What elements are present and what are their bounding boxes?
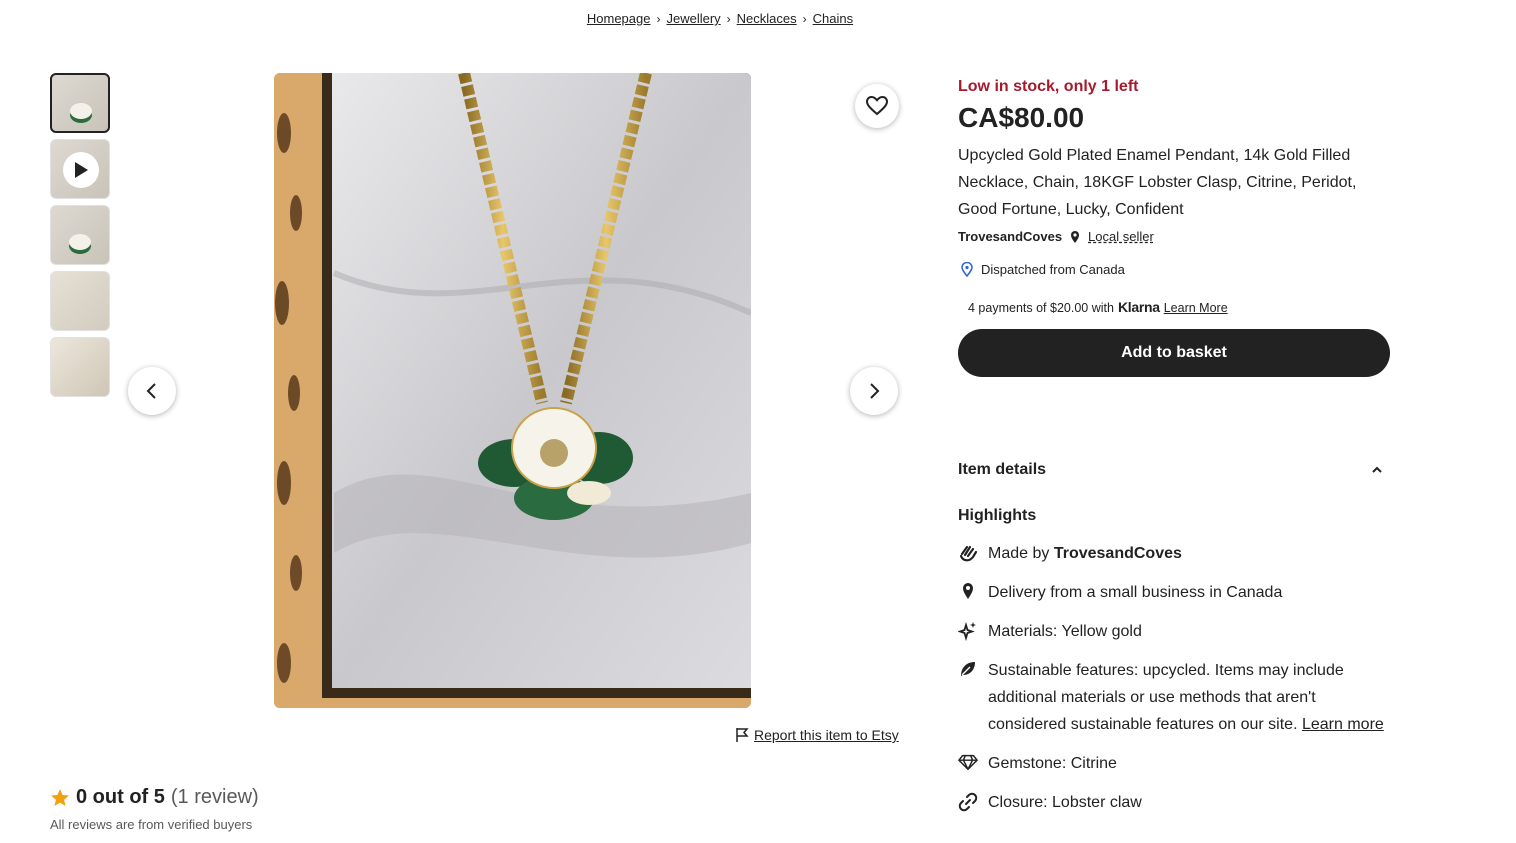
chevron-right-icon xyxy=(870,383,880,399)
leaf-icon xyxy=(958,657,978,738)
klarna-logo: Klarna xyxy=(1117,299,1160,315)
made-by-shop[interactable]: TrovesandCoves xyxy=(1054,545,1182,562)
gem-icon xyxy=(958,750,978,777)
thumbnail-list xyxy=(50,73,110,403)
made-by-prefix: Made by xyxy=(988,545,1050,562)
seller-name[interactable]: TrovesandCoves xyxy=(958,229,1062,244)
next-image-button[interactable] xyxy=(850,367,898,415)
listing-panel: Low in stock, only 1 left CA$80.00 Upcyc… xyxy=(958,78,1390,377)
item-details-toggle[interactable]: Item details xyxy=(958,461,1390,479)
gemstone-text: Gemstone: Citrine xyxy=(988,755,1117,772)
price: CA$80.00 xyxy=(958,102,1085,133)
highlight-materials: Materials: Yellow gold xyxy=(958,618,1390,645)
play-icon xyxy=(63,152,99,188)
highlight-delivery: Delivery from a small business in Canada xyxy=(958,579,1390,606)
chevron-right-icon: › xyxy=(802,12,807,26)
previous-image-button[interactable] xyxy=(128,367,176,415)
chevron-right-icon: › xyxy=(656,12,661,26)
dispatch-info: Dispatched from Canada xyxy=(958,262,1390,277)
sustainable-text: Sustainable features: upcycled. Items ma… xyxy=(988,662,1344,733)
dispatch-text: Dispatched from Canada xyxy=(981,262,1125,277)
breadcrumb-jewellery[interactable]: Jewellery xyxy=(666,11,720,26)
thumbnail-video[interactable] xyxy=(50,139,110,199)
highlight-gemstone: Gemstone: Citrine xyxy=(958,750,1390,777)
klarna-learn-more-link[interactable]: Learn More xyxy=(1164,301,1228,315)
thumbnail-image xyxy=(70,103,92,119)
delivery-text: Delivery from a small business in Canada xyxy=(988,584,1283,601)
location-pin-icon xyxy=(958,579,978,606)
flag-icon xyxy=(736,728,749,742)
add-to-basket-button[interactable]: Add to basket xyxy=(958,329,1390,377)
thumbnail-5[interactable] xyxy=(50,337,110,397)
report-item-label: Report this item to Etsy xyxy=(754,727,899,743)
highlights-list: Made by TrovesandCoves Delivery from a s… xyxy=(958,540,1390,828)
favorite-button[interactable] xyxy=(855,84,899,128)
location-pin-icon xyxy=(961,262,973,277)
verified-buyers-note: All reviews are from verified buyers xyxy=(50,817,253,832)
sparkle-icon xyxy=(958,618,978,645)
location-pin-icon xyxy=(1071,230,1080,243)
thumbnail-image xyxy=(69,234,91,250)
hand-icon xyxy=(958,540,978,567)
rating-score: 0 out of 5 xyxy=(76,786,165,808)
item-details-heading: Item details xyxy=(958,461,1047,478)
breadcrumb-homepage[interactable]: Homepage xyxy=(587,11,651,26)
star-icon xyxy=(51,788,69,806)
chevron-right-icon: › xyxy=(726,12,731,26)
breadcrumb-chains[interactable]: Chains xyxy=(813,11,853,26)
highlight-sustainable: Sustainable features: upcycled. Items ma… xyxy=(958,657,1390,738)
highlights-heading: Highlights xyxy=(958,507,1037,524)
seller-info: TrovesandCoves Local seller xyxy=(958,229,1390,244)
highlight-closure: Closure: Lobster claw xyxy=(958,789,1390,816)
chevron-up-icon xyxy=(1372,466,1382,473)
rating-summary: 0 out of 5 (1 review) xyxy=(50,786,259,809)
heart-icon xyxy=(866,96,888,116)
sustainable-learn-more-link[interactable]: Learn more xyxy=(1302,716,1384,733)
thumbnail-4[interactable] xyxy=(50,271,110,331)
main-product-image[interactable] xyxy=(274,73,751,708)
highlight-made-by: Made by TrovesandCoves xyxy=(958,540,1390,567)
breadcrumb-necklaces[interactable]: Necklaces xyxy=(737,11,797,26)
chevron-left-icon xyxy=(146,383,156,399)
thumbnail-1[interactable] xyxy=(50,73,110,133)
review-count[interactable]: (1 review) xyxy=(171,786,259,809)
breadcrumb: Homepage › Jewellery › Necklaces › Chains xyxy=(0,11,1440,26)
local-seller-badge[interactable]: Local seller xyxy=(1088,229,1154,244)
klarna-text: 4 payments of $20.00 with xyxy=(968,301,1114,315)
materials-text: Materials: Yellow gold xyxy=(988,623,1142,640)
report-item-link[interactable]: Report this item to Etsy xyxy=(735,727,899,743)
stock-status: Low in stock, only 1 left xyxy=(958,78,1139,95)
closure-text: Closure: Lobster claw xyxy=(988,794,1142,811)
thumbnail-3[interactable] xyxy=(50,205,110,265)
link-icon xyxy=(958,789,978,816)
klarna-payments: 4 payments of $20.00 with Klarna Learn M… xyxy=(958,299,1390,315)
listing-title: Upcycled Gold Plated Enamel Pendant, 14k… xyxy=(958,147,1357,218)
